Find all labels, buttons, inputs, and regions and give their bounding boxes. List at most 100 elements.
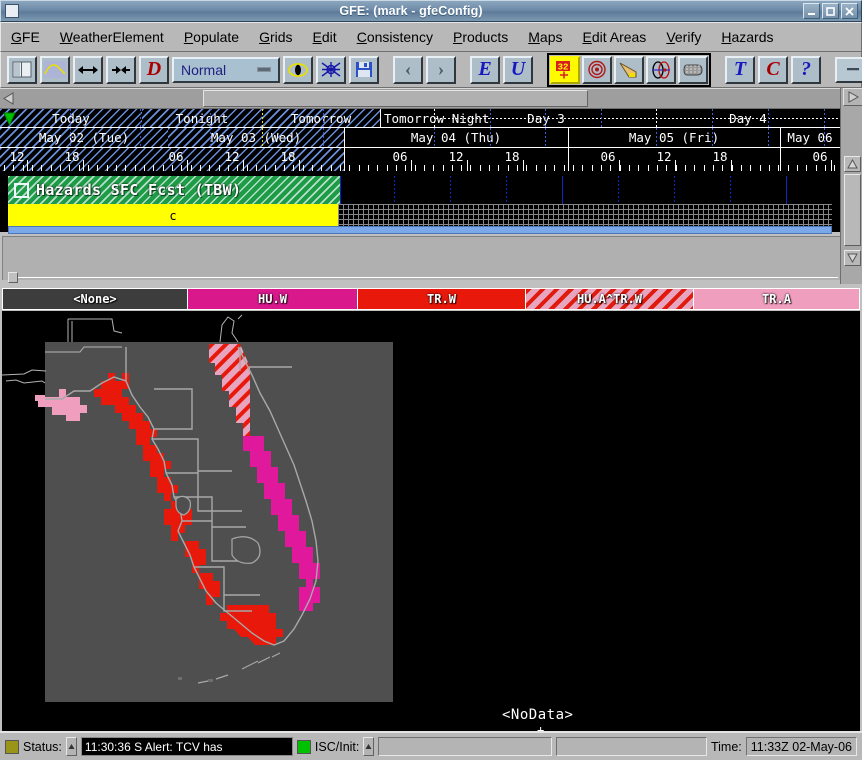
timescale-tick (387, 165, 388, 171)
vscroll-up-arrow-icon[interactable] (844, 156, 861, 172)
pencil-icon[interactable] (614, 55, 644, 84)
hour-12-c[interactable]: 12 (444, 145, 468, 168)
legend-swatch-none[interactable]: <None> (3, 289, 188, 309)
menu-weatherelement[interactable]: WeatherElement (50, 27, 174, 47)
hazard-color-legend[interactable]: <None> HU.W TR.W HU.A^TR.W TR.A (2, 288, 860, 310)
minimize-button[interactable] (803, 3, 820, 19)
day-may-03[interactable]: May 03 (Wed) (168, 128, 344, 147)
timescale-tick (554, 165, 555, 171)
hour-12-a[interactable]: 12 (5, 145, 29, 168)
isc-history-button[interactable] (363, 737, 375, 756)
hour-18-c[interactable]: 18 (500, 145, 524, 168)
hour-18-a[interactable]: 18 (60, 145, 84, 168)
timescale-scroll-right-icon[interactable] (843, 88, 862, 106)
help-icon[interactable]: ? (791, 55, 821, 84)
menu-maps[interactable]: Maps (518, 27, 572, 47)
hazards-grid-block-label: c (169, 209, 177, 223)
status-message[interactable]: 11:30:36 S Alert: TCV has (80, 737, 293, 756)
legend-swatch-hu-a-tr-w[interactable]: HU.A^TR.W (526, 289, 694, 309)
smooth-icon[interactable] (678, 55, 708, 84)
equalize-icon[interactable] (835, 56, 862, 83)
progress-field[interactable] (556, 737, 707, 756)
legend-swatch-tr-a[interactable]: TR.A (694, 289, 859, 309)
menu-populate[interactable]: Populate (174, 27, 249, 47)
time-scale[interactable]: Today Tonight Tomorrow Tomorrow Night Da… (0, 109, 840, 172)
map-cursor-crosshair-icon: + (537, 723, 545, 731)
florida-hazards-map[interactable] (2, 311, 860, 731)
hour-12-b[interactable]: 12 (220, 145, 244, 168)
hazards-grid-empty-cells[interactable] (338, 204, 832, 228)
hour-06-b[interactable]: 06 (388, 145, 412, 168)
grid-manager-vertical-scrollbar[interactable] (840, 88, 862, 284)
hazards-grid-row[interactable]: c (8, 204, 832, 228)
window-menu-icon[interactable] (5, 4, 19, 18)
hazards-row-empty-area[interactable] (340, 176, 832, 204)
letter-u-icon[interactable]: U (503, 55, 533, 84)
assign-value-32-icon[interactable]: 32 (550, 55, 580, 84)
spatial-editor-map[interactable]: <NoData> + (edit)Hazards SFC Fcst (TBW) … (2, 311, 860, 731)
hazards-row-checkbox[interactable] (14, 182, 29, 198)
hscroll-track[interactable] (18, 89, 844, 108)
timescale-tick (256, 165, 257, 171)
status-history-button[interactable] (65, 737, 77, 756)
maximize-button[interactable] (822, 3, 839, 19)
hour-06-c[interactable]: 06 (596, 145, 620, 168)
mode-option-menu[interactable]: Normal (172, 56, 280, 83)
timescale-tick (592, 165, 593, 171)
period-tonight[interactable]: Tonight (142, 109, 262, 127)
grid-selection-bar[interactable] (8, 226, 832, 234)
period-day4[interactable]: Day 4 (656, 109, 840, 127)
mini-scroll-thumb[interactable] (8, 272, 18, 283)
menu-gfe[interactable]: GFE (1, 27, 50, 47)
window-title: GFE: (mark - gfeConfig) (339, 4, 483, 18)
split-pane-icon[interactable] (7, 55, 37, 84)
previous-button[interactable]: ‹ (393, 55, 423, 84)
period-day3[interactable]: Day 3 (436, 109, 656, 127)
next-label: › (437, 58, 445, 80)
menu-products[interactable]: Products (443, 27, 518, 47)
weather-element-row-hazards[interactable]: Hazards SFC Fcst (TBW) (8, 176, 340, 204)
target-icon[interactable] (582, 55, 612, 84)
letter-e-icon[interactable]: E (470, 55, 500, 84)
menu-verify[interactable]: Verify (656, 27, 711, 47)
hour-18-b[interactable]: 18 (276, 145, 300, 168)
letter-c-icon[interactable]: C (758, 55, 788, 84)
hour-18-d[interactable]: 18 (708, 145, 732, 168)
arrows-horizontal-icon[interactable] (73, 55, 103, 84)
hour-12-d[interactable]: 12 (652, 145, 676, 168)
menu-edit[interactable]: Edit (303, 27, 347, 47)
timescale-tick (760, 165, 761, 171)
arrows-inward-icon[interactable] (106, 55, 136, 84)
isc-message-field[interactable] (378, 737, 553, 756)
eye-icon[interactable] (283, 55, 313, 84)
timescale-tick (666, 165, 667, 171)
letter-t-icon[interactable]: T (725, 55, 755, 84)
vscroll-down-arrow-icon[interactable] (844, 250, 861, 266)
menu-hazards[interactable]: Hazards (711, 27, 783, 47)
hazards-grid-block[interactable]: c (8, 204, 338, 228)
period-tonight-label: Tonight (175, 110, 229, 126)
timeseries-icon[interactable] (40, 55, 70, 84)
close-button[interactable] (841, 3, 858, 19)
menu-grids[interactable]: Grids (249, 27, 302, 47)
grid-manager[interactable]: Hazards SFC Fcst (TBW) c (0, 172, 840, 232)
timescale-horizontal-scrollbar[interactable] (0, 88, 862, 109)
contour-icon[interactable] (646, 55, 676, 84)
scroll-left-icon[interactable] (0, 89, 18, 108)
scatter-icon[interactable] (316, 55, 346, 84)
period-today[interactable]: Today (0, 109, 142, 127)
legend-swatch-hu-w[interactable]: HU.W (188, 289, 358, 309)
hour-06-d[interactable]: 06 (808, 145, 832, 168)
menu-consistency[interactable]: Consistency (347, 27, 443, 47)
vscroll-thumb[interactable] (844, 174, 861, 246)
timescale-tick (443, 165, 444, 171)
letter-d-icon[interactable]: D (139, 55, 169, 84)
next-button[interactable]: › (426, 55, 456, 84)
save-icon[interactable] (349, 55, 379, 84)
hscroll-thumb[interactable] (203, 90, 588, 107)
hour-06-a[interactable]: 06 (164, 145, 188, 168)
legend-swatch-tr-w[interactable]: TR.W (358, 289, 526, 309)
menu-edit-areas[interactable]: Edit Areas (572, 27, 656, 47)
period-tomorrow[interactable]: Tomorrow (262, 109, 380, 127)
timescale-tick (573, 165, 574, 171)
